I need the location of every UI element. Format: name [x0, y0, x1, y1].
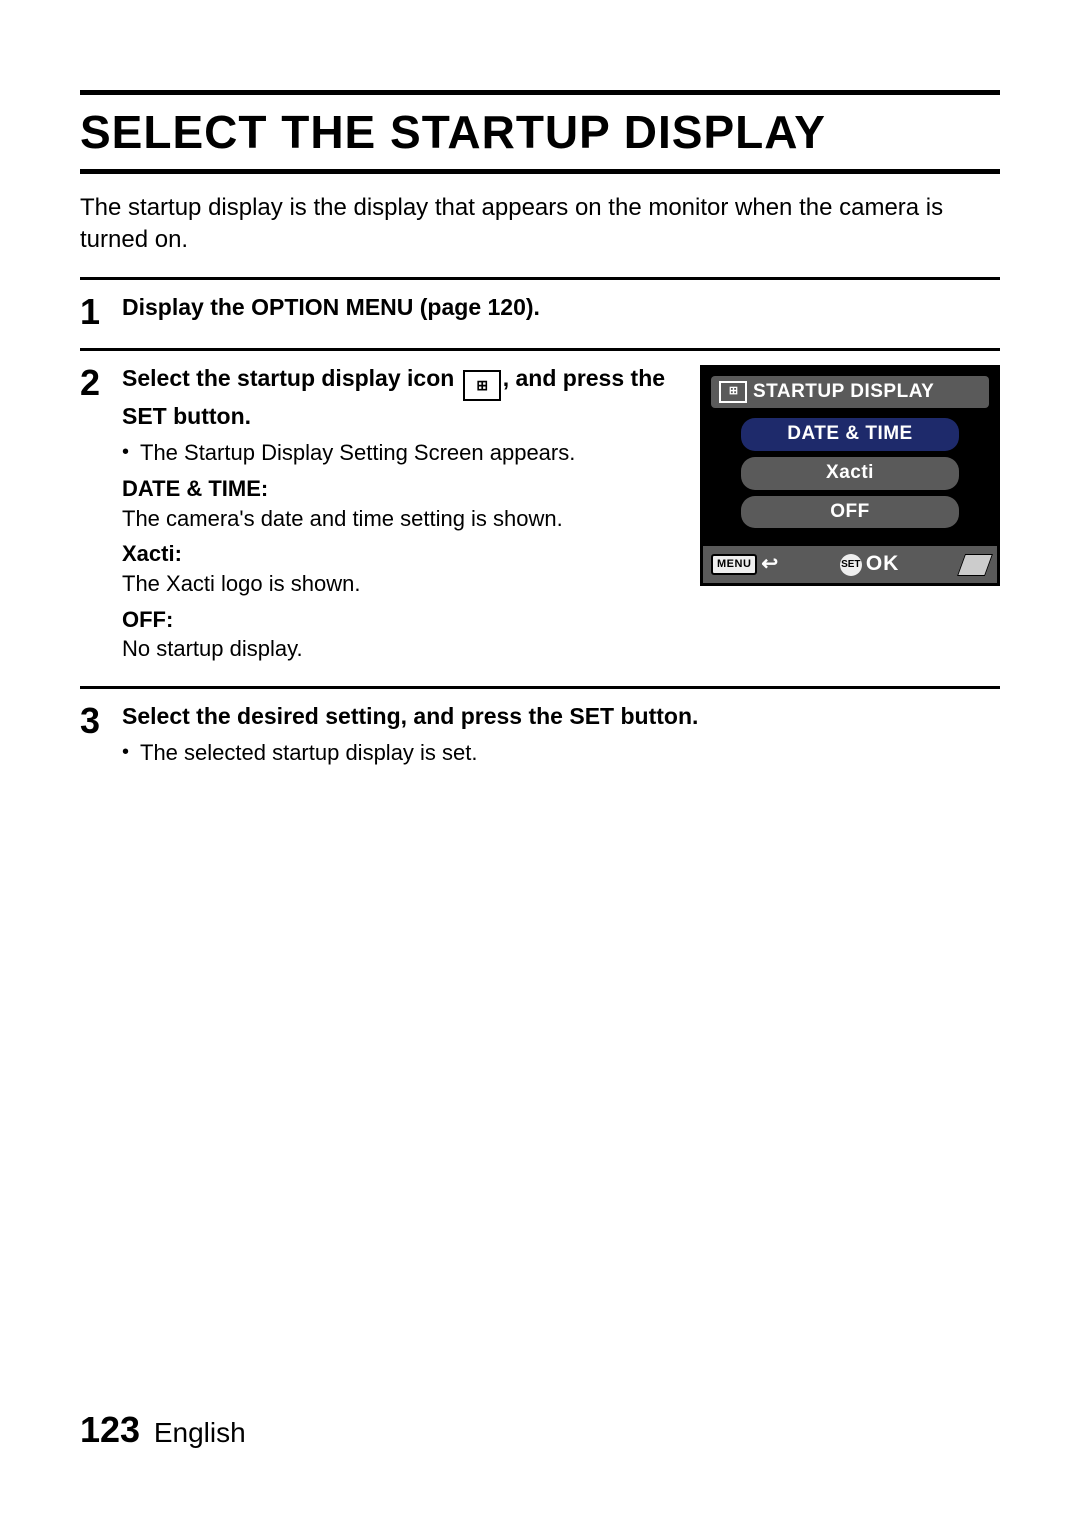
bullet-text: The Startup Display Setting Screen appea… — [140, 438, 680, 468]
desc-off: No startup display. — [122, 634, 680, 664]
step-3-bullet-1: • The selected startup display is set. — [122, 738, 1000, 768]
startup-display-icon: ⊞ — [463, 370, 501, 401]
desc-xacti: The Xacti logo is shown. — [122, 569, 680, 599]
page-language: English — [154, 1417, 246, 1448]
bullet-marker: • — [122, 438, 140, 468]
step-number: 1 — [80, 292, 122, 330]
back-arrow-icon: ↩ — [761, 551, 778, 578]
lcd-body: ⊞ STARTUP DISPLAY DATE & TIME Xacti OFF — [703, 368, 997, 545]
term-off: OFF: — [122, 605, 680, 635]
title-rule-bottom — [80, 169, 1000, 174]
lcd-mockup: ⊞ STARTUP DISPLAY DATE & TIME Xacti OFF … — [700, 365, 1000, 586]
lcd-ok-group: SET OK — [840, 550, 900, 578]
step-2-bullet-1: • The Startup Display Setting Screen app… — [122, 438, 680, 468]
step-1-heading: Display the OPTION MENU (page 120). — [122, 294, 540, 320]
step-number: 2 — [80, 363, 122, 401]
bullet-marker: • — [122, 738, 140, 768]
lcd-title-text: STARTUP DISPLAY — [753, 379, 934, 405]
lcd-bottom-bar: MENU ↩ SET OK — [703, 544, 997, 582]
page-number: 123 — [80, 1409, 140, 1450]
step-1: 1 Display the OPTION MENU (page 120). — [80, 292, 1000, 330]
step-3-heading: Select the desired setting, and press th… — [122, 703, 698, 729]
lcd-option-date-time: DATE & TIME — [741, 418, 959, 451]
chevron-right-icon — [957, 554, 993, 576]
set-chip: SET — [840, 554, 862, 576]
page-title: SELECT THE STARTUP DISPLAY — [80, 105, 1000, 159]
startup-display-icon: ⊞ — [719, 381, 747, 403]
menu-chip: MENU — [711, 554, 757, 575]
page-footer: 123 English — [80, 1409, 246, 1451]
lcd-menu-group: MENU ↩ — [711, 551, 778, 578]
lcd-option-off: OFF — [741, 496, 959, 529]
step-2: 2 Select the startup display icon ⊞, and… — [80, 363, 1000, 668]
step-2-heading-a: Select the startup display icon — [122, 365, 461, 391]
desc-date-time: The camera's date and time setting is sh… — [122, 504, 680, 534]
bullet-text: The selected startup display is set. — [140, 738, 1000, 768]
ok-label: OK — [866, 550, 900, 578]
term-xacti: Xacti: — [122, 539, 680, 569]
step-divider — [80, 348, 1000, 351]
title-rule-top — [80, 90, 1000, 95]
step-number: 3 — [80, 701, 122, 739]
lcd-title-bar: ⊞ STARTUP DISPLAY — [711, 376, 989, 409]
intro-paragraph: The startup display is the display that … — [80, 192, 1000, 257]
term-date-time: DATE & TIME: — [122, 474, 680, 504]
lcd-option-xacti: Xacti — [741, 457, 959, 490]
step-3: 3 Select the desired setting, and press … — [80, 701, 1000, 768]
step-divider — [80, 686, 1000, 689]
step-divider — [80, 277, 1000, 280]
